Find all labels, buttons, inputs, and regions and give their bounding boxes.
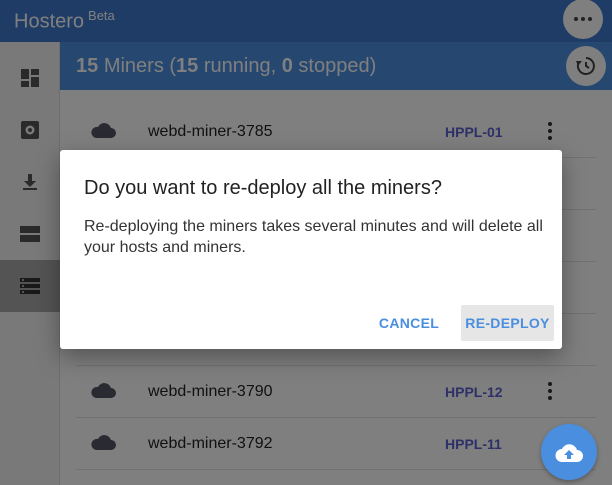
redeploy-button[interactable]: RE-DEPLOY bbox=[461, 305, 554, 341]
dialog-title: Do you want to re-deploy all the miners? bbox=[84, 177, 442, 199]
cancel-button[interactable]: CANCEL bbox=[374, 305, 444, 341]
cloud-upload-icon bbox=[555, 444, 583, 462]
upload-fab-button[interactable] bbox=[541, 424, 597, 480]
redeploy-dialog: Do you want to re-deploy all the miners?… bbox=[60, 150, 562, 349]
dialog-message: Re-deploying the miners takes several mi… bbox=[84, 218, 543, 256]
